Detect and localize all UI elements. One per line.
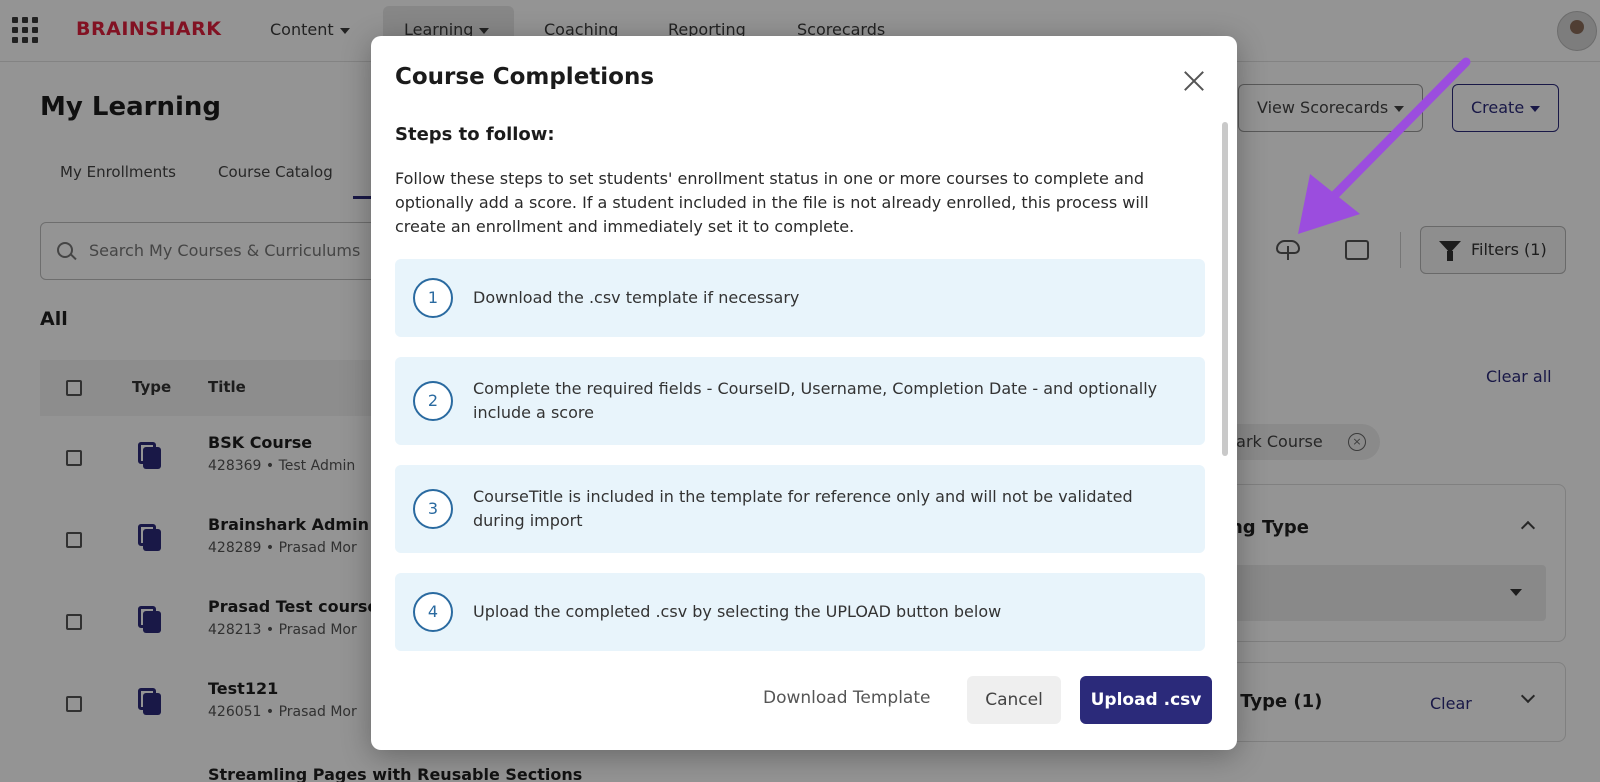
step-number-badge: 3 xyxy=(413,489,453,529)
step-number-badge: 2 xyxy=(413,381,453,421)
cancel-button[interactable]: Cancel xyxy=(967,676,1061,724)
step-card: 3 CourseTitle is included in the templat… xyxy=(395,465,1205,553)
intro-text: Follow these steps to set students' enro… xyxy=(395,169,1149,236)
dialog-footer: Download Template Cancel Upload .csv xyxy=(371,664,1237,744)
download-template-button[interactable]: Download Template xyxy=(763,688,930,708)
close-icon[interactable] xyxy=(1183,70,1205,92)
course-completions-dialog: Course Completions Steps to follow: Foll… xyxy=(371,36,1237,750)
steps-heading: Steps to follow: xyxy=(395,124,555,145)
step-card: 4 Upload the completed .csv by selecting… xyxy=(395,573,1205,651)
step-card: 1 Download the .csv template if necessar… xyxy=(395,259,1205,337)
dialog-body: Steps to follow: Follow these steps to s… xyxy=(395,120,1207,690)
step-text: CourseTitle is included in the template … xyxy=(473,487,1133,530)
step-number-badge: 4 xyxy=(413,592,453,632)
annotation-arrow-icon xyxy=(1298,57,1471,234)
step-number-badge: 1 xyxy=(413,278,453,318)
dialog-scrollbar[interactable] xyxy=(1222,122,1228,456)
step-text: Complete the required fields - CourseID,… xyxy=(473,379,1158,422)
dialog-title: Course Completions xyxy=(395,64,655,90)
step-text: Download the .csv template if necessary xyxy=(473,288,800,307)
step-card: 2 Complete the required fields - CourseI… xyxy=(395,357,1205,445)
step-text: Upload the completed .csv by selecting t… xyxy=(473,602,1002,621)
upload-csv-button[interactable]: Upload .csv xyxy=(1080,676,1212,724)
